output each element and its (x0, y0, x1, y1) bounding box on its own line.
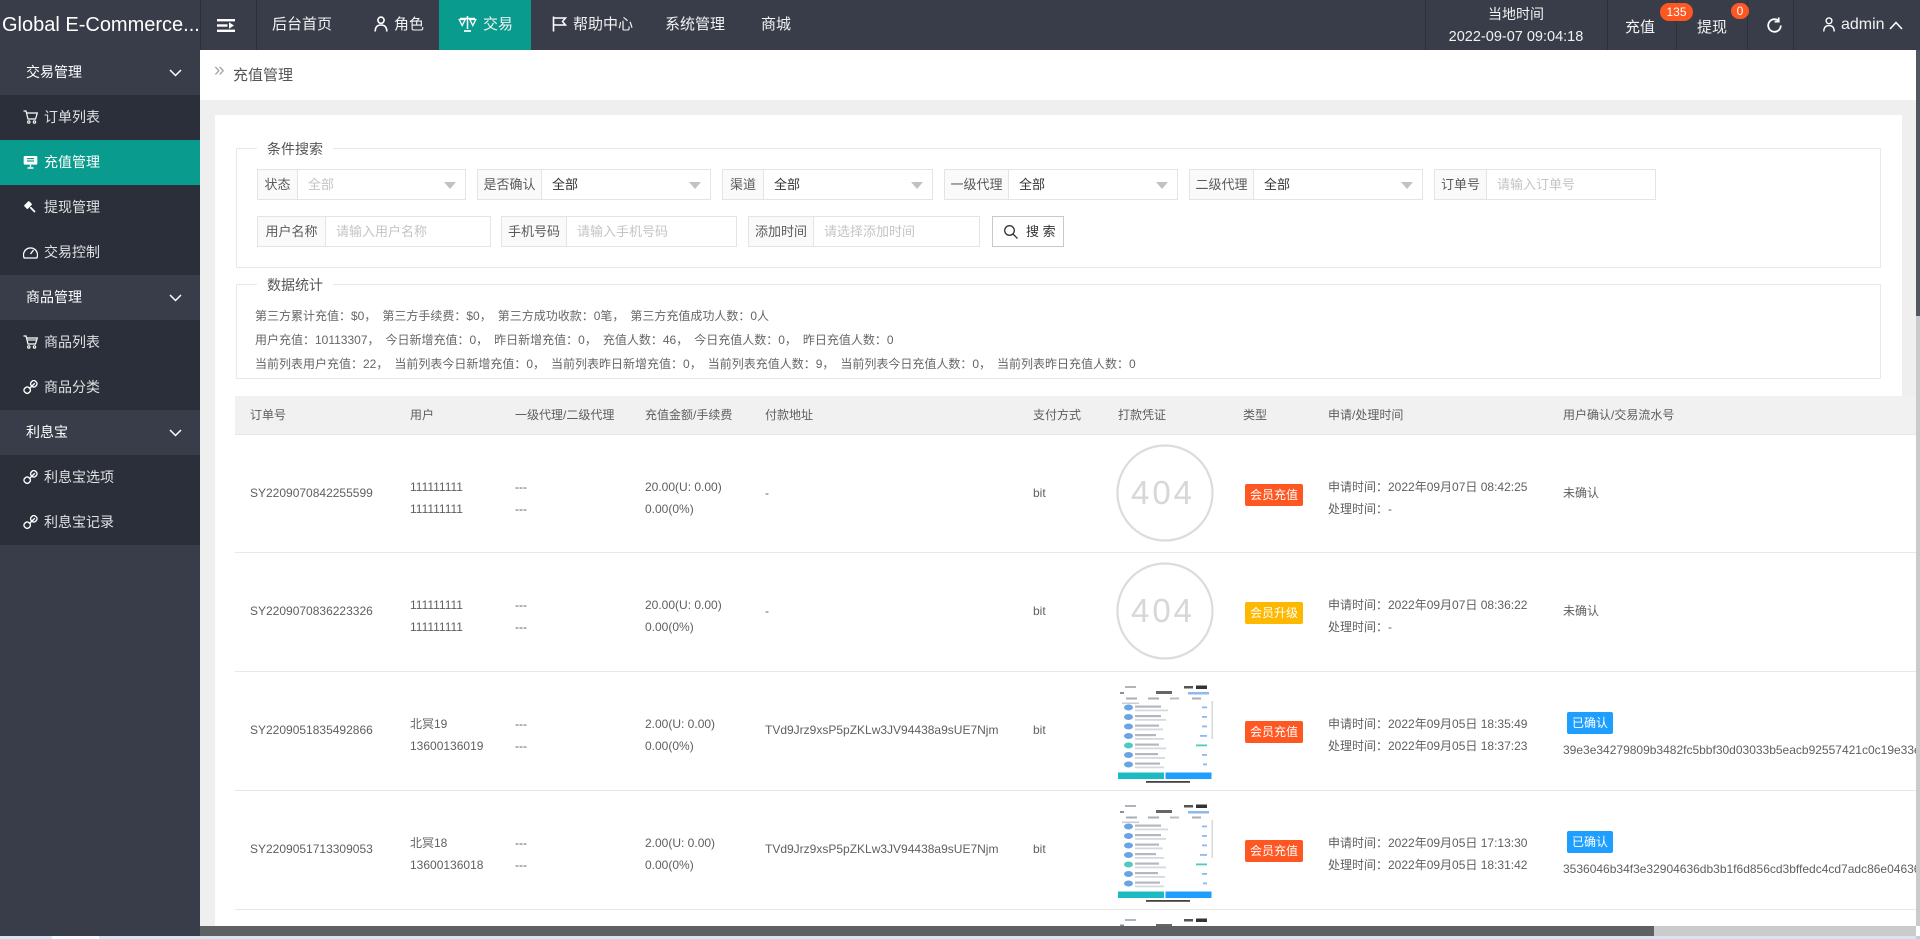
svg-text:404: 404 (1131, 474, 1195, 511)
svg-text:404: 404 (1131, 592, 1195, 629)
